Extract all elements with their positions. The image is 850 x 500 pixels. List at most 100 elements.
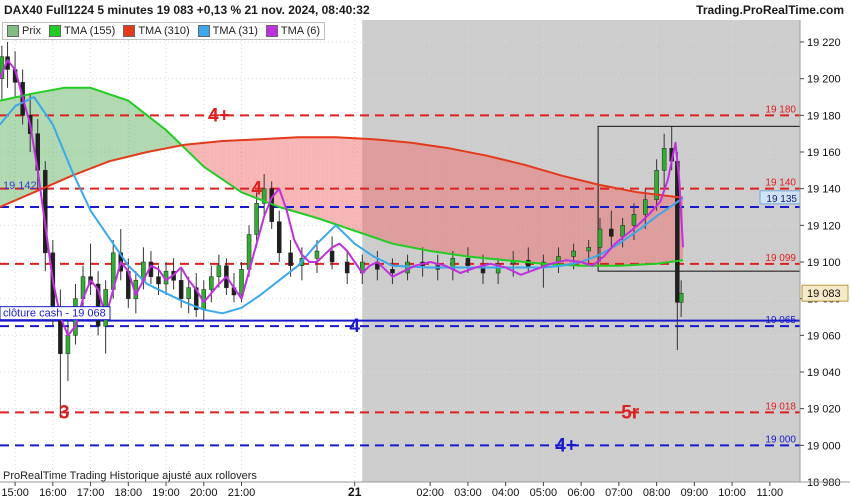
ma-cloud-segment bbox=[384, 140, 389, 243]
price-candle[interactable] bbox=[465, 258, 471, 266]
ma-cloud-segment bbox=[286, 137, 291, 211]
indicator-legend: Prix TMA (155) TMA (310) TMA (31) TMA (6… bbox=[2, 22, 326, 40]
x-tick-label: 18:00 bbox=[115, 487, 143, 499]
ma-cloud-segment bbox=[414, 143, 419, 249]
price-candle[interactable] bbox=[254, 203, 259, 235]
ma-cloud-segment bbox=[217, 141, 222, 180]
ma-cloud-segment bbox=[239, 139, 244, 194]
price-candle[interactable] bbox=[216, 265, 222, 277]
level-label: 19 099 bbox=[765, 253, 796, 264]
price-candle[interactable] bbox=[186, 287, 191, 299]
price-candle[interactable] bbox=[597, 228, 603, 248]
legend-swatch bbox=[197, 25, 210, 37]
price-candle[interactable] bbox=[288, 252, 293, 266]
x-tick-label: 03:00 bbox=[454, 487, 482, 499]
price-candle[interactable] bbox=[156, 276, 161, 285]
ma-cloud-segment bbox=[516, 162, 521, 262]
price-candle[interactable] bbox=[609, 228, 614, 237]
ma-cloud-segment bbox=[490, 156, 496, 260]
y-tick-label: 19 100 bbox=[807, 257, 841, 269]
ma-cloud-segment bbox=[533, 167, 538, 264]
y-tick-label: 19 120 bbox=[807, 220, 841, 232]
price-candle[interactable] bbox=[661, 148, 667, 171]
level-label: 19 018 bbox=[765, 401, 796, 412]
ma-cloud-segment bbox=[204, 142, 210, 171]
ma-cloud-segment bbox=[461, 150, 466, 257]
level-annotation: 4 bbox=[349, 316, 360, 337]
price-candle[interactable] bbox=[586, 247, 591, 252]
ma-cloud-segment bbox=[277, 138, 282, 208]
chart-window: DAX40 Full1224 5 minutes 19 083 +0,13 % … bbox=[0, 0, 850, 500]
price-candle[interactable] bbox=[405, 261, 410, 274]
ma-cloud-segment bbox=[102, 91, 107, 164]
ma-cloud-segment bbox=[328, 137, 333, 224]
ma-cloud-segment bbox=[563, 176, 568, 266]
ma-cloud-segment bbox=[503, 159, 508, 261]
ma-cloud-segment bbox=[311, 137, 316, 218]
x-tick-label: 02:00 bbox=[416, 487, 444, 499]
legend-item-tma-31[interactable]: TMA (31) bbox=[194, 23, 262, 39]
price-candle[interactable] bbox=[329, 250, 335, 263]
ma-cloud-segment bbox=[580, 180, 585, 266]
legend-swatch bbox=[123, 25, 136, 37]
price-candle[interactable] bbox=[643, 199, 648, 215]
ma-cloud-segment bbox=[136, 107, 141, 155]
price-candle[interactable] bbox=[678, 292, 684, 303]
price-candle[interactable] bbox=[631, 214, 637, 226]
ma-cloud-segment bbox=[627, 190, 632, 266]
ma-cloud-segment bbox=[392, 141, 398, 245]
price-chart[interactable]: 19 18019 14019 13019 09919 06519 01819 0… bbox=[0, 0, 850, 500]
price-candle[interactable] bbox=[620, 225, 625, 237]
price-candle[interactable] bbox=[390, 269, 395, 274]
price-candle[interactable] bbox=[178, 280, 184, 299]
x-tick-label: 06:00 bbox=[567, 487, 595, 499]
ma-cloud-segment bbox=[409, 142, 415, 248]
ma-cloud-segment bbox=[149, 117, 154, 152]
ma-cloud-segment bbox=[469, 152, 474, 258]
ma-cloud-segment bbox=[473, 153, 479, 258]
price-candle[interactable] bbox=[344, 261, 350, 274]
level-annotation: 3 bbox=[59, 402, 70, 423]
ma-cloud-segment bbox=[388, 140, 393, 244]
price-candle[interactable] bbox=[571, 250, 576, 257]
legend-label: TMA (6) bbox=[280, 25, 321, 37]
level-label: 19 140 bbox=[765, 178, 796, 189]
ma-cloud-segment bbox=[98, 90, 103, 166]
y-tick-label: 19 060 bbox=[807, 330, 841, 342]
ma-cloud-segment bbox=[499, 158, 504, 260]
x-tick-label: 08:00 bbox=[643, 487, 671, 499]
ma-cloud-segment bbox=[422, 144, 427, 251]
legend-item-tma-6[interactable]: TMA (6) bbox=[262, 23, 324, 39]
legend-label: TMA (310) bbox=[138, 25, 190, 37]
ma-cloud-segment bbox=[294, 137, 299, 213]
price-candle[interactable] bbox=[276, 221, 282, 254]
ma-cloud-segment bbox=[512, 161, 517, 262]
ma-cloud-segment bbox=[405, 142, 410, 248]
price-candle[interactable] bbox=[314, 250, 320, 259]
x-tick-label: 11:00 bbox=[756, 487, 783, 499]
price-candle[interactable] bbox=[209, 276, 214, 290]
ma-cloud-segment bbox=[59, 87, 65, 182]
ma-cloud-segment bbox=[537, 168, 543, 264]
ma-cloud-segment bbox=[128, 100, 133, 157]
ma-value-label: 19 135 bbox=[766, 194, 797, 205]
x-tick-label: 17:00 bbox=[77, 487, 105, 499]
legend-item-tma-310[interactable]: TMA (310) bbox=[119, 23, 193, 39]
ma-value-label: 19 142 bbox=[3, 180, 37, 192]
ma-cloud-segment bbox=[119, 97, 124, 159]
ma-cloud-segment bbox=[209, 141, 214, 174]
ma-cloud-segment bbox=[85, 87, 90, 171]
legend-item-prix[interactable]: Prix bbox=[3, 23, 45, 39]
ma-cloud-segment bbox=[46, 90, 52, 187]
ma-cloud-segment bbox=[332, 137, 338, 225]
ma-cloud-segment bbox=[213, 141, 218, 177]
ma-cloud-segment bbox=[520, 163, 526, 263]
ma-cloud-segment bbox=[648, 193, 654, 265]
price-candle[interactable] bbox=[65, 335, 71, 354]
legend-item-tma-155[interactable]: TMA (155) bbox=[45, 23, 119, 39]
ma-cloud-segment bbox=[153, 120, 158, 151]
ma-cloud-segment bbox=[234, 140, 240, 191]
ma-cloud-segment bbox=[115, 96, 120, 160]
ma-cloud-segment bbox=[665, 195, 671, 263]
ma-cloud-segment bbox=[132, 103, 137, 156]
